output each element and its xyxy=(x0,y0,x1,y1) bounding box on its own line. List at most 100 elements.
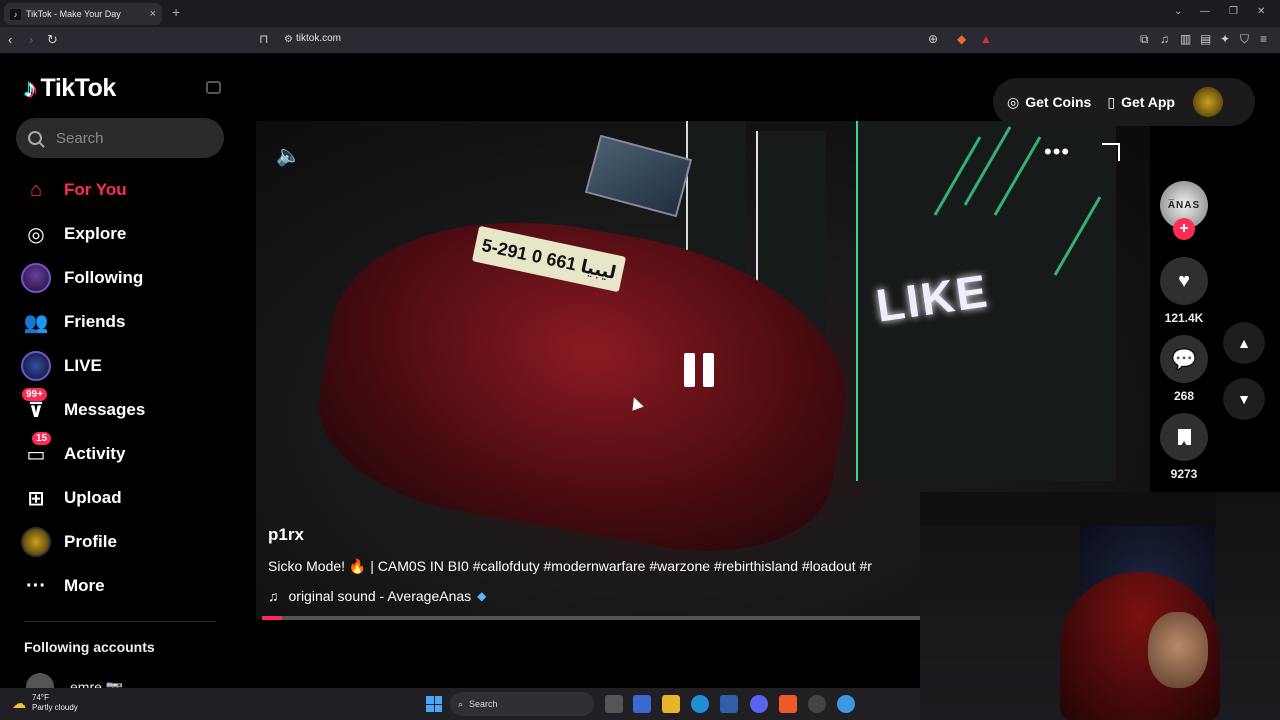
comment-icon: 💬 xyxy=(1160,335,1208,383)
comment-action[interactable]: 💬 268 xyxy=(1158,335,1210,403)
sidebar-item-profile[interactable]: Profile xyxy=(20,520,220,564)
menu-icon[interactable]: ≡ xyxy=(1260,32,1267,46)
volume-icon[interactable]: 🔈 xyxy=(276,143,301,168)
video-progress-bar[interactable] xyxy=(262,616,921,620)
brave-icon[interactable] xyxy=(779,695,797,713)
app-icon[interactable] xyxy=(837,695,855,713)
taskbar-search-label: Search xyxy=(469,699,498,709)
get-coins-button[interactable]: ◎ Get Coins xyxy=(1007,94,1091,111)
tiktok-logo[interactable]: ♪ TikTok xyxy=(24,73,116,104)
more-options-icon[interactable]: ••• xyxy=(1044,139,1070,165)
vpn-icon[interactable]: ⛉ xyxy=(1240,32,1249,47)
extensions-icon[interactable]: ⧉ xyxy=(1140,32,1149,47)
video-author[interactable]: p1rx xyxy=(268,525,304,545)
brave-shield-icon[interactable]: ◆ xyxy=(957,32,966,46)
restore-icon[interactable]: ❐ xyxy=(1229,6,1238,17)
reload-icon[interactable]: ↻ xyxy=(47,32,58,48)
sidebar-item-following[interactable]: Following xyxy=(20,256,220,300)
windows-start-icon[interactable] xyxy=(426,696,442,712)
profile-avatar-icon xyxy=(20,526,52,558)
search-box[interactable] xyxy=(16,118,224,158)
webcam-background xyxy=(920,492,1216,526)
video-caption: Sicko Mode! 🔥 | CAM0S IN BI0 #callofduty… xyxy=(268,558,872,574)
site-info-icon[interactable]: ⚙ xyxy=(284,34,293,45)
sidebar-item-more[interactable]: ··· More xyxy=(20,564,220,608)
fullscreen-icon[interactable] xyxy=(1102,143,1120,161)
get-coins-label: Get Coins xyxy=(1025,94,1092,110)
sidebar-item-label: More xyxy=(64,576,105,595)
back-icon[interactable]: ‹ xyxy=(8,32,12,47)
bookmark-icon xyxy=(1160,413,1208,461)
collapse-sidebar-icon[interactable] xyxy=(206,81,221,94)
sidebar-item-label: For You xyxy=(64,180,127,199)
new-tab-icon[interactable]: + xyxy=(172,4,180,20)
sidebar-item-activity[interactable]: ▭ 15 Activity xyxy=(20,432,220,476)
pause-icon[interactable] xyxy=(684,353,714,387)
file-explorer-icon[interactable] xyxy=(662,695,680,713)
following-avatar-icon xyxy=(20,262,52,294)
rewards-icon[interactable]: ▲ xyxy=(980,32,992,46)
wallet-icon[interactable]: ▤ xyxy=(1200,32,1211,46)
get-app-button[interactable]: ▯ Get App xyxy=(1107,94,1175,111)
chevron-down-icon[interactable]: ▼ xyxy=(1223,378,1265,420)
leo-icon[interactable]: ✦ xyxy=(1220,32,1230,46)
search-icon: ⌕ xyxy=(458,698,464,709)
friends-icon: 👥 xyxy=(23,311,49,334)
store-icon[interactable] xyxy=(720,695,738,713)
task-view-icon[interactable] xyxy=(605,695,623,713)
sidebar-item-label: Messages xyxy=(64,400,146,419)
sidebar-item-label: Upload xyxy=(64,488,122,507)
forward-icon[interactable]: › xyxy=(29,32,33,47)
tab-list-icon[interactable]: ⌄ xyxy=(1174,6,1182,17)
obs-icon[interactable] xyxy=(808,695,826,713)
more-dots-icon: ··· xyxy=(26,574,46,597)
media-icon[interactable]: ♫ xyxy=(1160,32,1169,46)
copilot-icon[interactable] xyxy=(633,695,651,713)
sound-name: original sound - AverageAnas xyxy=(288,588,472,604)
sidebar-item-label: Profile xyxy=(64,532,117,551)
zoom-icon[interactable]: ⊕ xyxy=(928,32,938,46)
close-tab-icon[interactable]: × xyxy=(150,8,156,20)
sidebar-toggle-icon[interactable]: ▥ xyxy=(1180,32,1191,46)
following-accounts-title: Following accounts xyxy=(24,639,155,655)
video-progress-fill xyxy=(262,616,282,620)
sidebar-item-for-you[interactable]: ⌂ For You xyxy=(20,168,220,212)
edge-icon[interactable] xyxy=(691,695,709,713)
search-input[interactable] xyxy=(56,129,206,147)
sidebar-item-friends[interactable]: 👥 Friends xyxy=(20,300,220,344)
sidebar-item-explore[interactable]: ◎ Explore xyxy=(20,212,220,256)
activity-badge: 15 xyxy=(32,432,52,445)
search-icon xyxy=(28,131,42,145)
like-action[interactable]: ♥ 121.4K xyxy=(1158,257,1210,325)
comment-count: 268 xyxy=(1173,389,1195,403)
tiktok-favicon-icon: ♪ xyxy=(10,8,21,20)
user-avatar[interactable] xyxy=(1192,87,1223,117)
follow-plus-icon[interactable]: + xyxy=(1173,218,1195,240)
url-text[interactable]: tiktok.com xyxy=(296,33,341,44)
video-sound[interactable]: ♫ original sound - AverageAnas ◆ xyxy=(268,588,486,604)
phone-icon: ▯ xyxy=(1107,93,1116,110)
taskbar-search[interactable]: ⌕ Search xyxy=(450,692,594,716)
webcam-person xyxy=(1148,612,1208,688)
sidebar-item-label: LIVE xyxy=(64,356,102,375)
save-count: 9273 xyxy=(1170,467,1198,481)
address-bar: ‹ › ↻ ⊓ ⚙ tiktok.com ⊕ ◆ ▲ ⧉ ♫ ▥ ▤ ✦ ⛉ ≡ xyxy=(0,27,1280,53)
like-count: 121.4K xyxy=(1164,311,1204,325)
browser-tab[interactable]: ♪ TikTok - Make Your Day × xyxy=(4,3,162,25)
chevron-up-icon[interactable]: ▲ xyxy=(1223,322,1265,364)
activity-icon: ▭ 15 xyxy=(20,432,52,470)
weather-widget[interactable]: ☁ 74°F Partly cloudy xyxy=(12,693,78,713)
divider xyxy=(24,621,216,622)
sidebar-item-label: Friends xyxy=(64,312,126,331)
bookmark-icon[interactable]: ⊓ xyxy=(259,32,268,46)
discord-icon[interactable] xyxy=(750,695,768,713)
brand-name: TikTok xyxy=(40,74,117,102)
sidebar-item-live[interactable]: LIVE xyxy=(20,344,220,388)
sidebar-item-upload[interactable]: ⊞ Upload xyxy=(20,476,220,520)
minimize-icon[interactable]: — xyxy=(1200,6,1210,17)
header-actions: ◎ Get Coins ▯ Get App xyxy=(993,78,1255,126)
sidebar-item-messages[interactable]: ⊽ 99+ Messages xyxy=(20,388,220,432)
upload-icon: ⊞ xyxy=(27,487,45,510)
close-window-icon[interactable]: ✕ xyxy=(1257,6,1265,17)
save-action[interactable]: 9273 xyxy=(1158,413,1210,481)
